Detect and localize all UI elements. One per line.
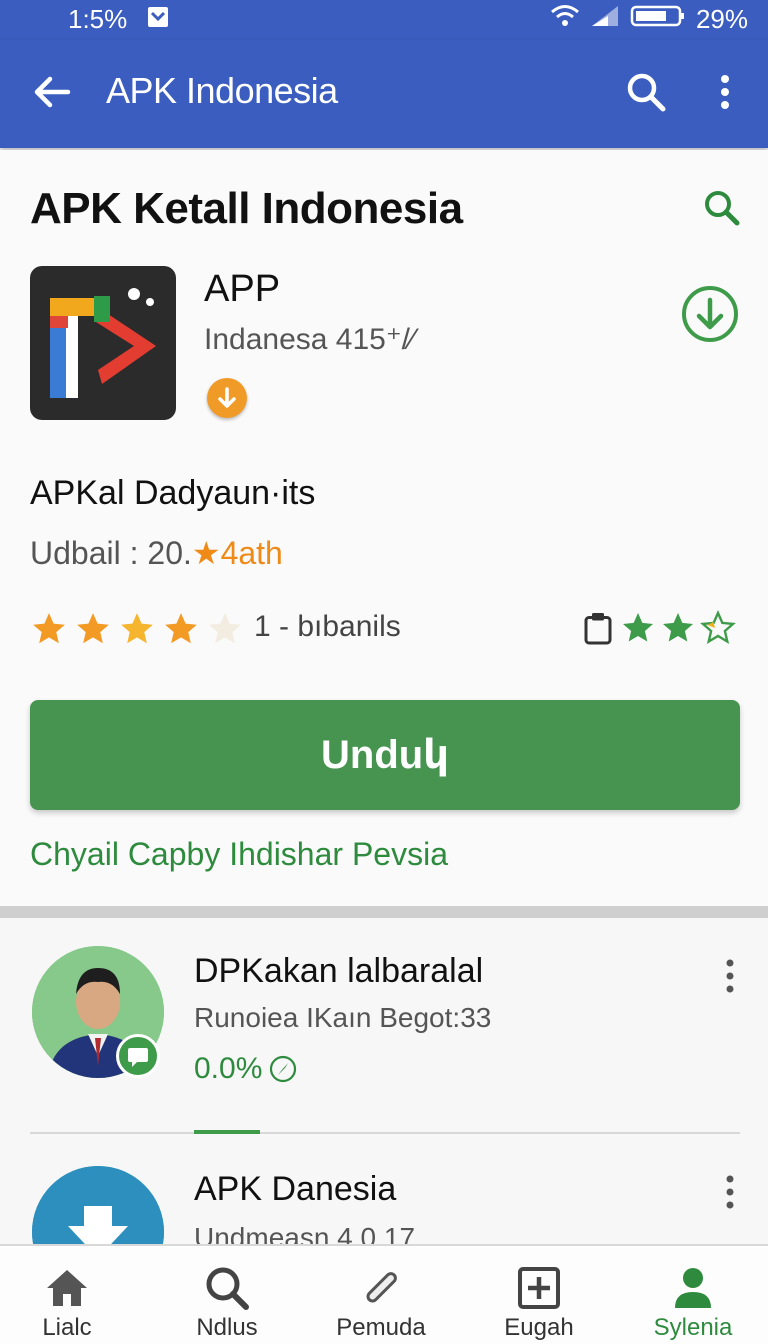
rating-text: 1 - bıbanils [254, 610, 401, 643]
nav-item-eugah[interactable]: Eugah [464, 1246, 614, 1344]
star-icon [165, 613, 197, 644]
nav-item-search[interactable]: Ndlus [152, 1246, 302, 1344]
search-icon[interactable] [700, 186, 744, 230]
app-name: APP [204, 268, 281, 310]
update-info: Udbail : 20.★4ath [30, 534, 283, 572]
list-divider-accent [194, 1130, 260, 1134]
more-vert-icon[interactable] [718, 956, 742, 996]
app-list: DPKakan lalbaralal Runoiea IKaın Begot:3… [0, 918, 768, 1244]
star-empty-icon [209, 613, 241, 644]
battery-percent: 29% [695, 4, 748, 34]
details-heading: APKal Dadyaun·its [30, 474, 316, 512]
list-item-percent: 0.0% [194, 1052, 263, 1085]
more-vert-icon[interactable] [718, 1172, 742, 1212]
app-bar: APK Indonesia [0, 40, 768, 148]
chat-badge-icon [116, 1034, 160, 1078]
person-icon [669, 1264, 717, 1312]
star-icon [33, 613, 65, 644]
nav-label: Eugah [504, 1314, 574, 1341]
wifi-icon [550, 4, 580, 35]
pencil-icon [357, 1264, 405, 1312]
nav-label: Lialc [42, 1314, 92, 1341]
battery-icon [630, 4, 686, 35]
list-item-title: DPKakan lalbaralal [194, 952, 484, 990]
download-circle-icon[interactable] [680, 284, 740, 344]
update-accent: ★4ath [191, 535, 283, 571]
more-vert-icon[interactable] [708, 70, 742, 114]
add-box-icon [515, 1264, 563, 1312]
nav-label: Sylenia [653, 1314, 733, 1341]
star-outline-icon [700, 610, 736, 644]
app-avatar [32, 1166, 164, 1244]
nav-label: Ndlus [196, 1314, 258, 1341]
app-bar-title: APK Indonesia [106, 70, 338, 111]
compass-icon [270, 1055, 297, 1083]
rating-stars [30, 610, 244, 648]
list-item[interactable]: APK Danesia Undmeasn 4.0.17 [0, 1140, 768, 1244]
bottom-navigation: Lialc Ndlus Pemuda Eugah Sylenia [0, 1244, 768, 1344]
notification-icon [147, 4, 169, 35]
section-divider [0, 906, 768, 918]
search-icon[interactable] [624, 70, 668, 114]
app-subtitle: Indanesa 415⁺/⁄ [204, 323, 416, 356]
signal-icon [590, 4, 620, 35]
nav-item-sylenia[interactable]: Sylenia [618, 1246, 768, 1344]
star-icon [77, 613, 109, 644]
update-label: Udbail : 20. [30, 535, 192, 571]
nav-item-home[interactable]: Lialc [0, 1246, 142, 1344]
app-logo-icon [30, 266, 176, 420]
nav-label: Pemuda [336, 1314, 426, 1341]
list-item[interactable]: DPKakan lalbaralal Runoiea IKaın Begot:3… [0, 918, 768, 1134]
status-time: 1:5% [68, 4, 128, 34]
star-icon [623, 613, 653, 642]
list-item-title: APK Danesia [194, 1170, 397, 1208]
page-title: APK Ketall Indonesia [30, 184, 463, 233]
home-icon [43, 1264, 91, 1312]
list-item-subtitle: Runoiea IKaın Begot:33 [194, 1002, 492, 1033]
list-item-percent-row: 0.0% [194, 1052, 298, 1086]
star-icon [121, 613, 153, 644]
secondary-rating [580, 610, 736, 646]
back-arrow-icon[interactable] [30, 70, 74, 114]
list-item-subtitle: Undmeasn 4.0.17 [194, 1222, 416, 1244]
clipboard-icon [584, 613, 612, 645]
download-badge-icon [207, 378, 247, 418]
download-button[interactable]: Unduկ [30, 700, 740, 810]
nav-item-pemuda[interactable]: Pemuda [306, 1246, 456, 1344]
star-icon [663, 613, 693, 642]
status-bar: 1:5% 29% [0, 0, 768, 40]
list-divider [30, 1132, 740, 1134]
info-link[interactable]: Chyail Capby Ihdishar Pevsia [30, 836, 448, 873]
search-icon [203, 1264, 251, 1312]
app-detail-card: APK Ketall Indonesia APP Indanesa 415⁺/⁄… [0, 150, 768, 906]
